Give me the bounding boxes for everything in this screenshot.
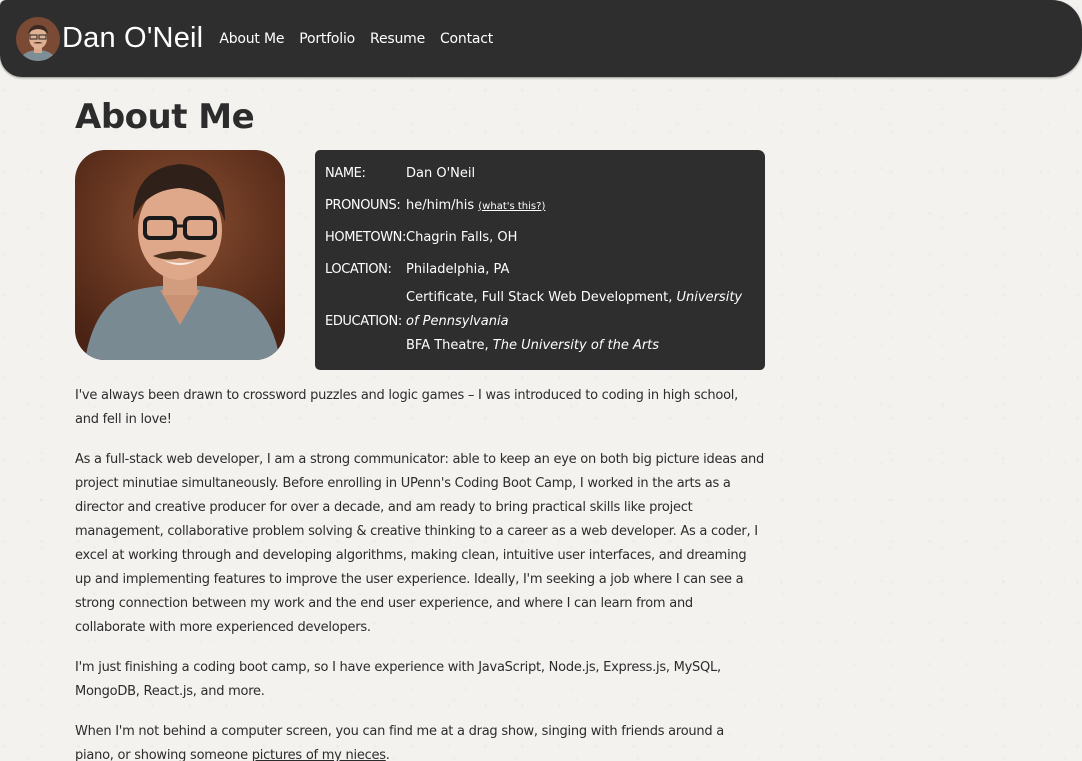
hometown-label: HOMETOWN: <box>325 230 406 245</box>
info-table: NAME: Dan O'Neil PRONOUNS: he/him/his (w… <box>325 158 755 358</box>
education-item: BFA Theatre, The University of the Arts <box>406 334 755 358</box>
pronouns-value: he/him/his <box>406 197 475 213</box>
location-label: LOCATION: <box>325 262 392 277</box>
pronouns-label: PRONOUNS: <box>325 198 401 213</box>
profile-photo <box>75 150 285 360</box>
info-row-hometown: HOMETOWN: Chagrin Falls, OH <box>325 222 755 254</box>
info-row-location: LOCATION: Philadelphia, PA <box>325 254 755 286</box>
bio-paragraph: I'm just finishing a coding boot camp, s… <box>75 660 721 699</box>
info-card: NAME: Dan O'Neil PRONOUNS: he/him/his (w… <box>315 150 765 370</box>
bio-paragraph: I've always been drawn to crossword puzz… <box>75 388 739 427</box>
info-row-pronouns: PRONOUNS: he/him/his (what's this?) <box>325 190 755 222</box>
main-content: About Me NAME: Dan O'Neil PRONOUNS: he/h… <box>75 95 765 761</box>
location-value: Philadelphia, PA <box>406 262 510 277</box>
education-degree: Certificate, Full Stack Web Development, <box>406 290 677 305</box>
navbar: Dan O'Neil About Me Portfolio Resume Con… <box>0 0 1082 77</box>
bio-text: When I'm not behind a computer screen, y… <box>75 724 724 761</box>
pronouns-cell: he/him/his (what's this?) <box>406 190 755 222</box>
education-item: Certificate, Full Stack Web Development,… <box>406 286 755 334</box>
nav-link-portfolio[interactable]: Portfolio <box>299 31 355 47</box>
whats-this-link[interactable]: (what's this?) <box>478 201 545 212</box>
nav-link-resume[interactable]: Resume <box>370 31 425 47</box>
nav-link-about-me[interactable]: About Me <box>219 31 284 47</box>
nav-link-contact[interactable]: Contact <box>440 31 493 47</box>
info-row-name: NAME: Dan O'Neil <box>325 158 755 190</box>
nieces-pictures-link[interactable]: pictures of my nieces <box>252 748 386 761</box>
brand-avatar <box>16 16 60 61</box>
education-value: Certificate, Full Stack Web Development,… <box>406 286 755 358</box>
nav-links: About Me Portfolio Resume Contact <box>219 31 493 47</box>
page-title: About Me <box>75 97 255 137</box>
bio-period: . <box>385 748 390 761</box>
name-value: Dan O'Neil <box>406 166 476 181</box>
bio-paragraph: When I'm not behind a computer screen, y… <box>75 720 765 761</box>
profile-section: NAME: Dan O'Neil PRONOUNS: he/him/his (w… <box>75 150 765 370</box>
education-degree: BFA Theatre, <box>406 338 493 353</box>
name-label: NAME: <box>325 166 366 181</box>
education-school: The University of the Arts <box>492 338 660 353</box>
bio-section: I've always been drawn to crossword puzz… <box>75 384 765 761</box>
brand-name: Dan O'Neil <box>62 22 204 54</box>
education-label: EDUCATION: <box>325 314 402 329</box>
hometown-value: Chagrin Falls, OH <box>406 230 518 245</box>
brand-link[interactable]: Dan O'Neil <box>16 16 204 61</box>
bio-paragraph: As a full-stack web developer, I am a st… <box>75 452 765 635</box>
info-row-education: EDUCATION: Certificate, Full Stack Web D… <box>325 286 755 358</box>
